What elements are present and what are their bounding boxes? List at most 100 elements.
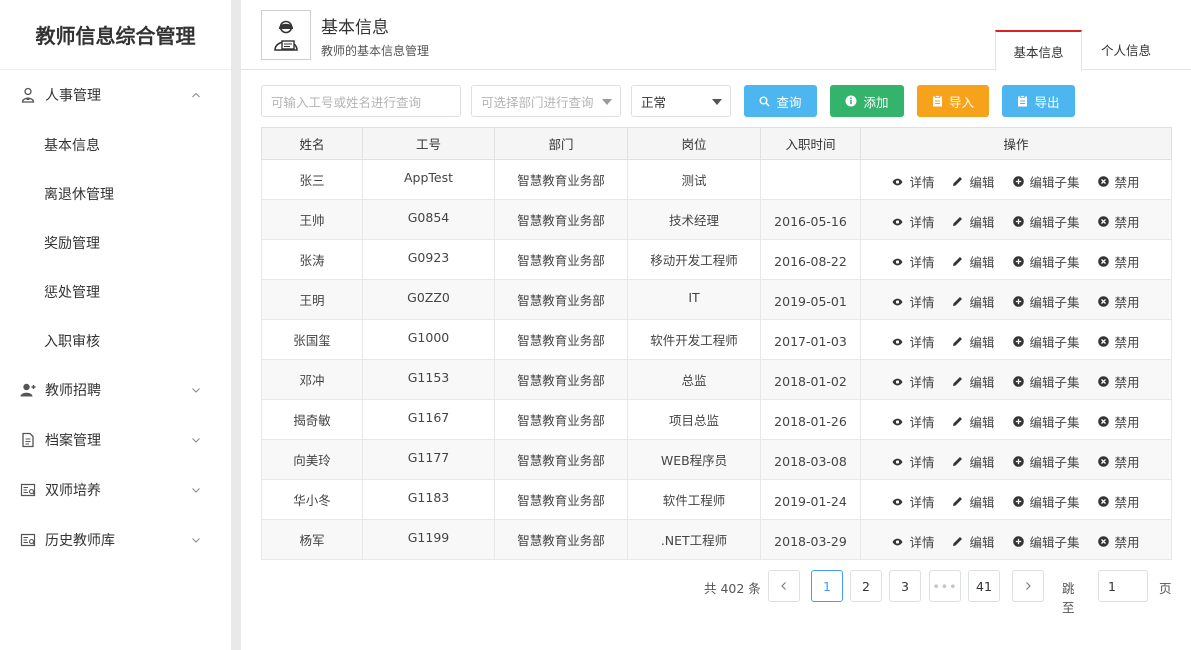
detail-button-label: 详情 bbox=[909, 175, 935, 190]
disable-button-label: 禁用 bbox=[1114, 255, 1140, 270]
eye-icon bbox=[892, 538, 903, 545]
person-badge-icon bbox=[20, 87, 36, 103]
menu-recruitment[interactable]: 教师招聘 bbox=[0, 365, 231, 415]
cell-actions: 详情 编辑 编辑子集 禁用 bbox=[860, 239, 1172, 280]
disable-button[interactable]: 禁用 bbox=[1097, 212, 1140, 231]
page-title: 基本信息 bbox=[321, 18, 389, 38]
detail-button[interactable]: 详情 bbox=[892, 212, 934, 231]
search-input[interactable]: 可输入工号或姓名进行查询 bbox=[261, 85, 461, 117]
edit-button-label: 编辑 bbox=[969, 255, 995, 270]
edit-subset-button[interactable]: 编辑子集 bbox=[1012, 412, 1080, 431]
cell-hire-date: 2019-01-24 bbox=[760, 479, 861, 520]
tab-basic-info[interactable]: 基本信息 bbox=[995, 30, 1082, 71]
detail-button[interactable]: 详情 bbox=[892, 292, 934, 311]
edit-button-label: 编辑 bbox=[969, 335, 995, 350]
column-header-position: 岗位 bbox=[627, 127, 761, 160]
edit-subset-button[interactable]: 编辑子集 bbox=[1012, 532, 1080, 551]
edit-subset-button[interactable]: 编辑子集 bbox=[1012, 292, 1080, 311]
cell-name: 张三 bbox=[261, 159, 363, 200]
cell-department: 智慧教育业务部 bbox=[494, 279, 628, 320]
disable-button[interactable]: 禁用 bbox=[1097, 292, 1140, 311]
menu-archives[interactable]: 档案管理 bbox=[0, 415, 231, 465]
cell-position: .NET工程师 bbox=[627, 519, 761, 560]
edit-subset-button-label: 编辑子集 bbox=[1029, 295, 1080, 310]
add-button[interactable]: 添加 bbox=[830, 85, 904, 117]
detail-button[interactable]: 详情 bbox=[892, 492, 934, 511]
column-header-id: 工号 bbox=[362, 127, 495, 160]
status-select[interactable]: 正常 bbox=[631, 85, 731, 117]
disable-button[interactable]: 禁用 bbox=[1097, 412, 1140, 431]
sidebar-item-rewards[interactable]: 奖励管理 bbox=[0, 218, 231, 267]
disable-button[interactable]: 禁用 bbox=[1097, 332, 1140, 351]
edit-subset-button[interactable]: 编辑子集 bbox=[1012, 252, 1080, 271]
pagination-page-41[interactable]: 41 bbox=[968, 570, 1000, 602]
detail-button[interactable]: 详情 bbox=[892, 412, 934, 431]
pagination-jump-input[interactable]: 1 bbox=[1098, 570, 1148, 602]
pagination-next-button[interactable] bbox=[1012, 570, 1044, 602]
cell-hire-date: 2016-05-16 bbox=[760, 199, 861, 240]
pagination-page-3[interactable]: 3 bbox=[889, 570, 921, 602]
detail-button[interactable]: 详情 bbox=[892, 532, 934, 551]
pagination-prev-button[interactable] bbox=[768, 570, 800, 602]
edit-button[interactable]: 编辑 bbox=[952, 292, 995, 311]
disable-button[interactable]: 禁用 bbox=[1097, 532, 1140, 551]
cell-position: 技术经理 bbox=[627, 199, 761, 240]
detail-button[interactable]: 详情 bbox=[892, 172, 934, 191]
edit-subset-button[interactable]: 编辑子集 bbox=[1012, 172, 1080, 191]
edit-button[interactable]: 编辑 bbox=[952, 532, 995, 551]
edit-button[interactable]: 编辑 bbox=[952, 212, 995, 231]
cell-actions: 详情 编辑 编辑子集 禁用 bbox=[860, 399, 1172, 440]
disable-button[interactable]: 禁用 bbox=[1097, 372, 1140, 391]
sidebar-item-onboarding-review[interactable]: 入职审核 bbox=[0, 316, 231, 365]
department-select[interactable]: 可选择部门进行查询 bbox=[471, 85, 621, 117]
detail-button[interactable]: 详情 bbox=[892, 252, 934, 271]
edit-button[interactable]: 编辑 bbox=[952, 452, 995, 471]
query-button[interactable]: 查询 bbox=[744, 85, 817, 117]
edit-button[interactable]: 编辑 bbox=[952, 172, 995, 191]
teacher-icon bbox=[261, 10, 311, 60]
edit-button[interactable]: 编辑 bbox=[952, 372, 995, 391]
close-circle-icon bbox=[1097, 216, 1109, 227]
eye-icon bbox=[892, 338, 903, 345]
edit-button[interactable]: 编辑 bbox=[952, 412, 995, 431]
cell-name: 华小冬 bbox=[261, 479, 363, 520]
disable-button[interactable]: 禁用 bbox=[1097, 172, 1140, 191]
table-row: 向美玲 G1177 智慧教育业务部 WEB程序员 2018-03-08 详情 编辑 编辑子集 禁… bbox=[261, 439, 1172, 480]
eye-icon bbox=[892, 458, 903, 465]
import-button[interactable]: 导入 bbox=[917, 85, 989, 117]
edit-subset-button[interactable]: 编辑子集 bbox=[1012, 452, 1080, 471]
edit-subset-button[interactable]: 编辑子集 bbox=[1012, 492, 1080, 511]
column-header-actions: 操作 bbox=[860, 127, 1172, 160]
tab-personal-info[interactable]: 个人信息 bbox=[1086, 29, 1166, 69]
detail-button[interactable]: 详情 bbox=[892, 372, 934, 391]
edit-button[interactable]: 编辑 bbox=[952, 332, 995, 351]
edit-button[interactable]: 编辑 bbox=[952, 252, 995, 271]
edit-subset-button-label: 编辑子集 bbox=[1029, 255, 1080, 270]
close-circle-icon bbox=[1097, 496, 1109, 507]
close-circle-icon bbox=[1097, 376, 1109, 387]
edit-subset-button[interactable]: 编辑子集 bbox=[1012, 332, 1080, 351]
cell-actions: 详情 编辑 编辑子集 禁用 bbox=[860, 279, 1172, 320]
pagination-page-1[interactable]: 1 bbox=[811, 570, 843, 602]
edit-subset-button[interactable]: 编辑子集 bbox=[1012, 212, 1080, 231]
export-button[interactable]: 导出 bbox=[1002, 85, 1075, 117]
cell-department: 智慧教育业务部 bbox=[494, 319, 628, 360]
menu-dual-teacher[interactable]: 双师培养 bbox=[0, 465, 231, 515]
detail-button[interactable]: 详情 bbox=[892, 452, 934, 471]
sidebar-item-retirement[interactable]: 离退休管理 bbox=[0, 169, 231, 218]
sidebar-item-punishment[interactable]: 惩处管理 bbox=[0, 267, 231, 316]
detail-button[interactable]: 详情 bbox=[892, 332, 934, 351]
sidebar-item-basic-info[interactable]: 基本信息 bbox=[0, 120, 231, 169]
pagination-page-2[interactable]: 2 bbox=[850, 570, 882, 602]
cell-hire-date: 2018-01-26 bbox=[760, 399, 861, 440]
menu-history-library[interactable]: 历史教师库 bbox=[0, 515, 231, 565]
cell-position: WEB程序员 bbox=[627, 439, 761, 480]
disable-button[interactable]: 禁用 bbox=[1097, 452, 1140, 471]
disable-button[interactable]: 禁用 bbox=[1097, 492, 1140, 511]
edit-subset-button[interactable]: 编辑子集 bbox=[1012, 372, 1080, 391]
pagination-ellipsis[interactable]: ••• bbox=[929, 570, 961, 602]
disable-button[interactable]: 禁用 bbox=[1097, 252, 1140, 271]
plus-circle-icon bbox=[1012, 216, 1024, 227]
menu-personnel[interactable]: 人事管理 bbox=[0, 70, 231, 120]
edit-button[interactable]: 编辑 bbox=[952, 492, 995, 511]
